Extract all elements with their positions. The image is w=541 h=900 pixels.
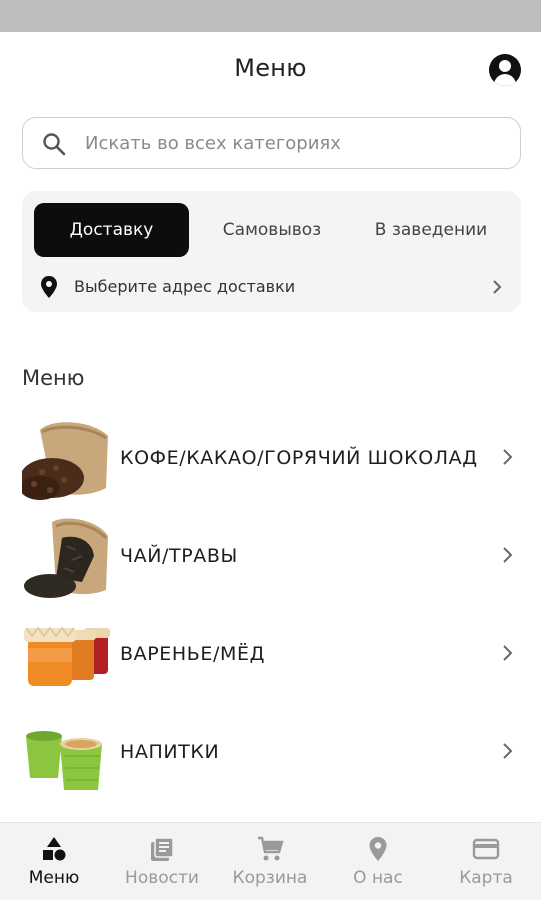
credit-card-icon: [472, 838, 500, 860]
category-label: НАПИТКИ: [120, 740, 220, 763]
nav-item-news[interactable]: Новости: [108, 823, 216, 900]
category-image-tea: [22, 516, 110, 600]
search-icon: [43, 133, 66, 156]
news-icon: [151, 837, 174, 861]
category-label: КОФЕ/КАКАО/ГОРЯЧИЙ ШОКОЛАД: [120, 446, 478, 469]
nav-item-cart[interactable]: Корзина: [216, 823, 324, 900]
nav-label: Корзина: [232, 868, 308, 888]
category-item-coffee[interactable]: КОФЕ/КАКАО/ГОРЯЧИЙ ШОКОЛАД: [0, 412, 541, 504]
category-label: ЧАЙ/ТРАВЫ: [120, 544, 238, 567]
section-title: Меню: [22, 366, 85, 390]
category-image-drinks: [22, 712, 110, 796]
app-header: Меню: [0, 32, 541, 106]
search-input[interactable]: [85, 118, 505, 168]
tab-delivery[interactable]: Доставку: [34, 203, 189, 257]
tab-pickup[interactable]: Самовывоз: [202, 203, 342, 257]
account-icon[interactable]: [489, 54, 521, 86]
category-item-drinks[interactable]: НАПИТКИ: [0, 706, 541, 798]
category-item-tea[interactable]: ЧАЙ/ТРАВЫ: [0, 510, 541, 602]
address-selector[interactable]: Выберите адрес доставки: [22, 267, 521, 307]
location-pin-icon: [41, 276, 57, 298]
status-bar: [0, 0, 541, 32]
category-label: ВАРЕНЬЕ/МЁД: [120, 642, 266, 665]
chevron-right-icon: [503, 743, 513, 759]
category-image-coffee: [22, 418, 110, 502]
nav-label: Новости: [125, 868, 199, 888]
search-bar[interactable]: [22, 117, 521, 169]
bottom-navigation: Меню Новости Корзина О нас Карта: [0, 822, 541, 900]
location-pin-icon: [369, 837, 387, 861]
nav-label: О нас: [353, 868, 403, 888]
category-item-jam[interactable]: ВАРЕНЬЕ/МЁД: [0, 608, 541, 700]
chevron-right-icon: [503, 547, 513, 563]
chevron-right-icon: [493, 280, 502, 294]
address-label: Выберите адрес доставки: [74, 277, 296, 296]
category-image-jam: [22, 614, 110, 698]
nav-item-menu[interactable]: Меню: [0, 823, 108, 900]
shapes-icon: [43, 837, 66, 861]
page-title: Меню: [234, 54, 307, 82]
nav-item-card[interactable]: Карта: [432, 823, 540, 900]
tab-dine-in[interactable]: В заведении: [356, 203, 506, 257]
nav-item-about[interactable]: О нас: [324, 823, 432, 900]
cart-icon: [258, 836, 284, 861]
delivery-mode-card: Доставку Самовывоз В заведении Выберите …: [22, 191, 521, 312]
chevron-right-icon: [503, 645, 513, 661]
chevron-right-icon: [503, 449, 513, 465]
nav-label: Меню: [28, 868, 80, 888]
nav-label: Карта: [459, 868, 513, 888]
